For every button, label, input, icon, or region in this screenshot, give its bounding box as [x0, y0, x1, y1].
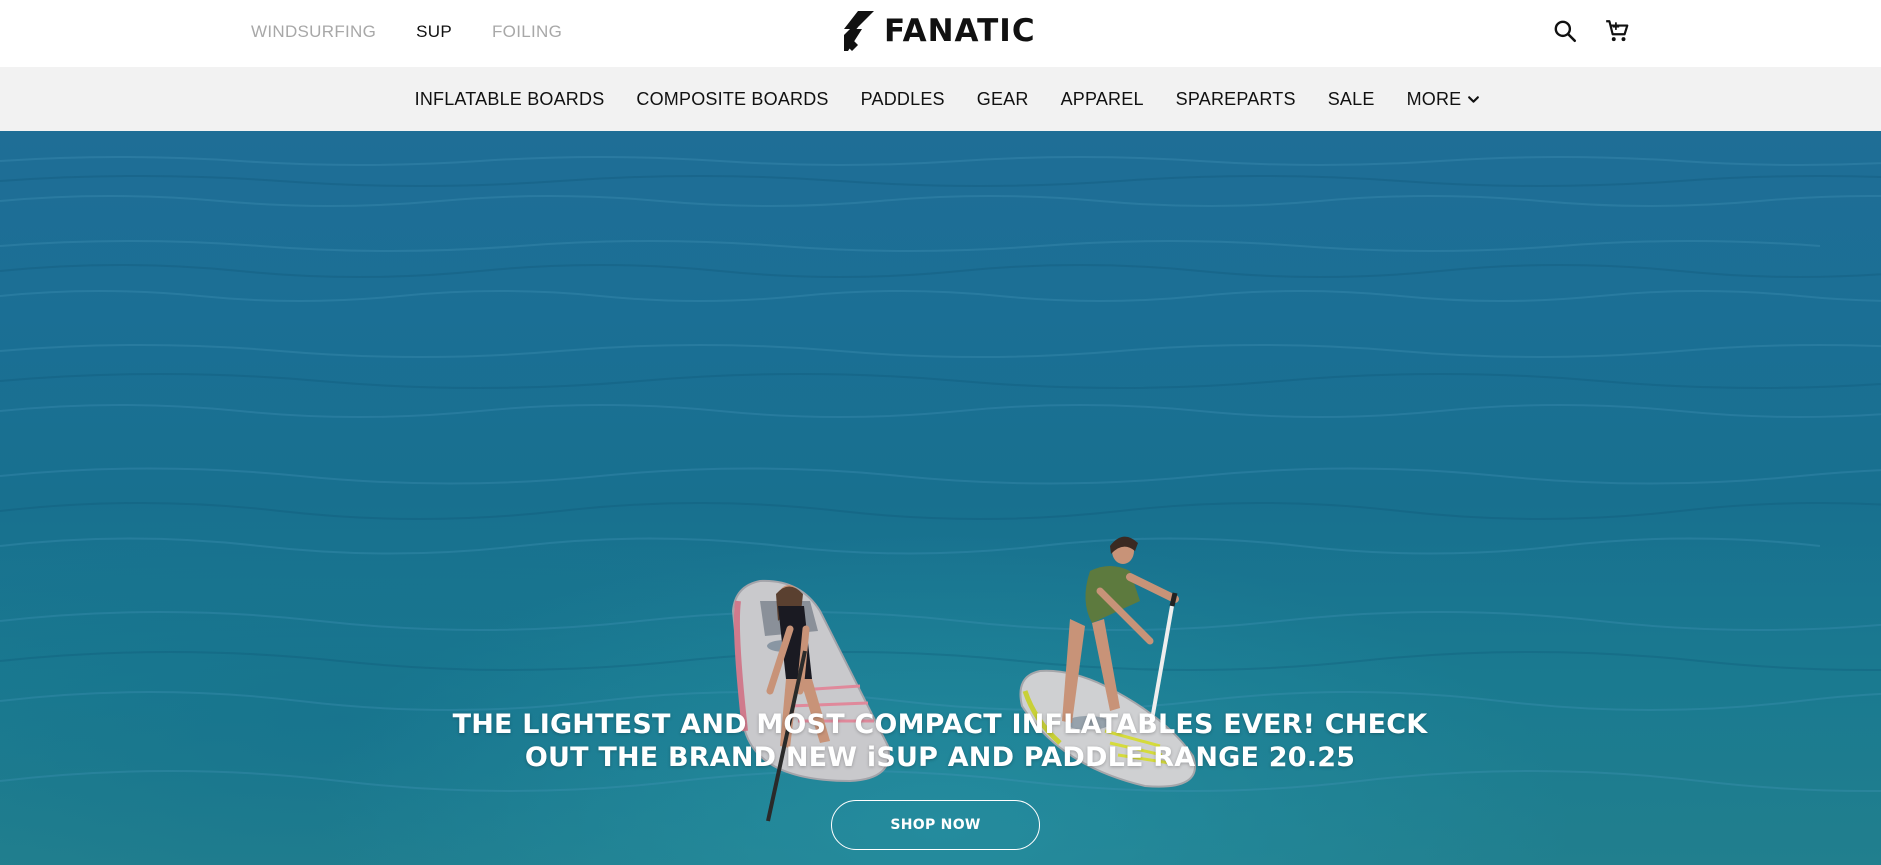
left-paddleboard: [731, 579, 890, 822]
search-button[interactable]: [1548, 14, 1582, 48]
chevron-down-icon: [1468, 95, 1480, 103]
nav-item-label: APPAREL: [1060, 88, 1144, 109]
hero-headline-line-2: OUT THE BRAND NEW iSUP AND PADDLE RANGE …: [524, 742, 1356, 773]
nav-item-label: COMPOSITE BOARDS: [636, 88, 829, 109]
nav-item-inflatable-boards[interactable]: INFLATABLE BOARDS: [415, 89, 605, 110]
main-nav-list: INFLATABLE BOARDS COMPOSITE BOARDS PADDL…: [401, 89, 1481, 110]
main-nav: INFLATABLE BOARDS COMPOSITE BOARDS PADDL…: [0, 67, 1881, 131]
hero-headline-line-1: THE LIGHTEST AND MOST COMPACT INFLATABLE…: [452, 709, 1428, 740]
sport-link-foiling[interactable]: FOILING: [492, 22, 562, 42]
nav-item-label: INFLATABLE BOARDS: [414, 88, 605, 109]
nav-item-sale[interactable]: SALE: [1328, 89, 1375, 110]
shop-now-button[interactable]: SHOP NOW: [831, 800, 1040, 850]
nav-item-spareparts[interactable]: SPAREPARTS: [1176, 89, 1296, 110]
brand-logo[interactable]: FANATIC: [844, 10, 1036, 52]
nav-item-label: SALE: [1327, 88, 1375, 109]
hero-banner: THE LIGHTEST AND MOST COMPACT INFLATABLE…: [0, 131, 1881, 865]
sport-link-windsurfing[interactable]: WINDSURFING: [251, 22, 376, 42]
cart-icon: [1606, 20, 1629, 42]
top-bar: WINDSURFING SUP FOILING FANATIC: [0, 0, 1881, 67]
nav-item-label: GEAR: [976, 88, 1029, 109]
nav-item-gear[interactable]: GEAR: [977, 89, 1029, 110]
sport-link-sup[interactable]: SUP: [416, 22, 452, 42]
nav-item-label: MORE: [1406, 88, 1462, 109]
nav-item-apparel[interactable]: APPAREL: [1061, 89, 1144, 110]
nav-item-paddles[interactable]: PADDLES: [861, 89, 945, 110]
sport-switch: WINDSURFING SUP FOILING: [251, 0, 562, 63]
nav-item-label: PADDLES: [860, 88, 945, 109]
cart-button[interactable]: [1600, 14, 1634, 48]
search-icon: [1554, 20, 1577, 43]
nav-item-label: SPAREPARTS: [1175, 88, 1296, 109]
fanatic-logo-icon: [844, 11, 874, 51]
nav-item-composite-boards[interactable]: COMPOSITE BOARDS: [636, 89, 828, 110]
nav-item-more[interactable]: MORE: [1407, 89, 1481, 110]
brand-name: FANATIC: [884, 13, 1036, 49]
hero-headline: THE LIGHTEST AND MOST COMPACT INFLATABLE…: [440, 708, 1440, 774]
top-actions: [1548, 14, 1634, 48]
